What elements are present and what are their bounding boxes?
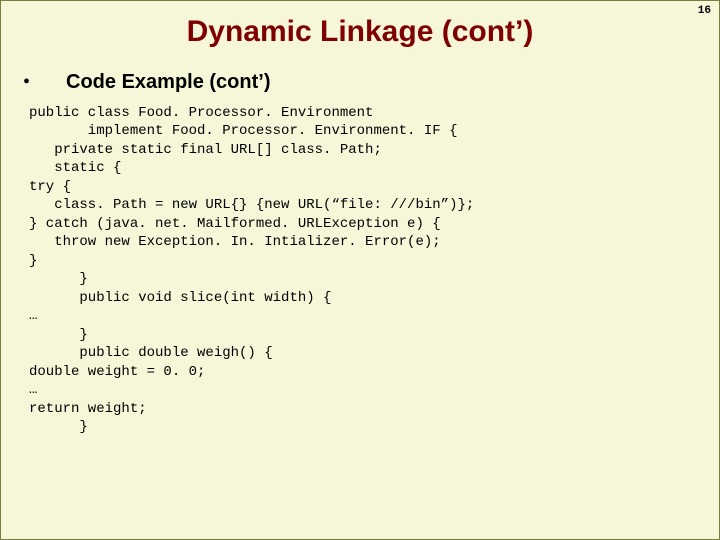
page-title: Dynamic Linkage (cont’) [1, 15, 719, 49]
bullet-item: • Code Example (cont’) [23, 71, 719, 94]
section-subhead: Code Example (cont’) [66, 71, 270, 94]
code-block: public class Food. Processor. Environmen… [29, 104, 719, 436]
slide: 16 Dynamic Linkage (cont’) • Code Exampl… [0, 0, 720, 540]
bullet-dot-icon: • [23, 72, 30, 92]
page-number: 16 [698, 5, 711, 17]
